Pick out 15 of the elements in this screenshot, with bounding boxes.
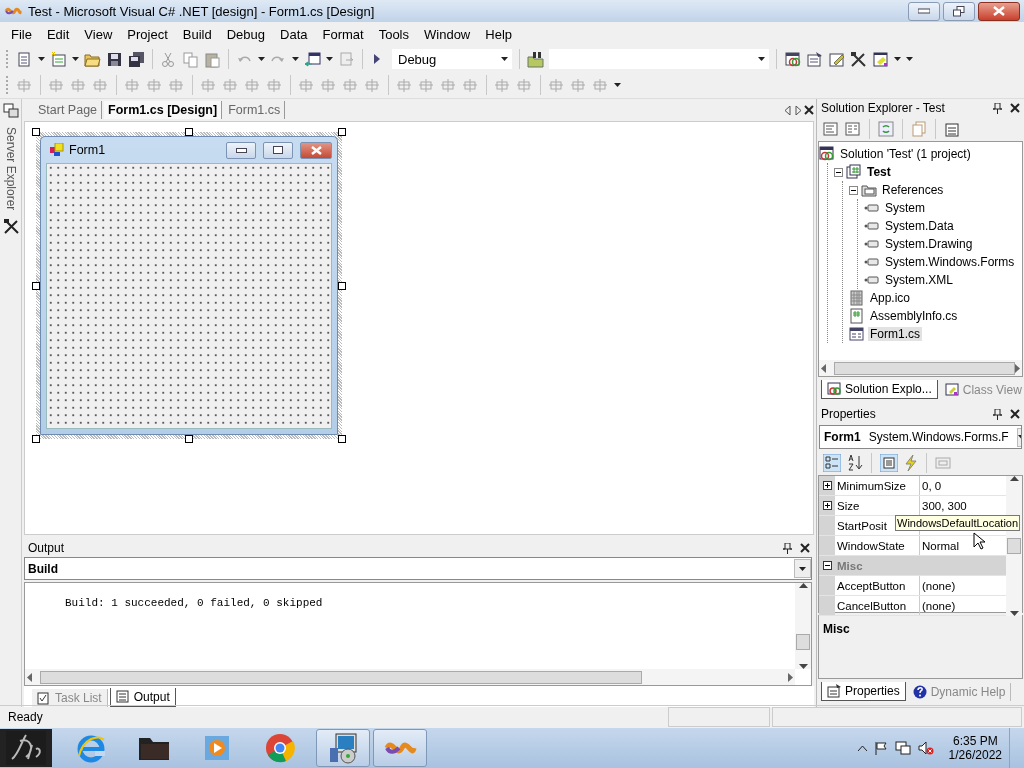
tooltip: WindowsDefaultLocation: [895, 515, 1021, 531]
panel-title: Output: [28, 541, 66, 555]
property-name: Size: [836, 498, 861, 514]
property-name: CancelButton: [836, 598, 908, 614]
window-title: Test - Microsoft Visual C# .NET [design] - Form1.cs [Design]: [28, 3, 376, 19]
output-text: Build: 1 succeeded, 0 failed, 0 skipped: [64, 596, 324, 611]
status-text: Ready: [7, 710, 44, 724]
panel-title: Properties: [821, 407, 877, 421]
property-name: AcceptButton: [836, 578, 907, 594]
category-label: Misc: [836, 558, 864, 574]
property-name: MinimumSize: [836, 478, 907, 494]
form-title: Form1: [69, 143, 107, 157]
panel-title: Solution Explorer - Test: [821, 101, 946, 115]
description-title: Misc: [823, 622, 850, 636]
property-name: WindowState: [836, 538, 906, 554]
